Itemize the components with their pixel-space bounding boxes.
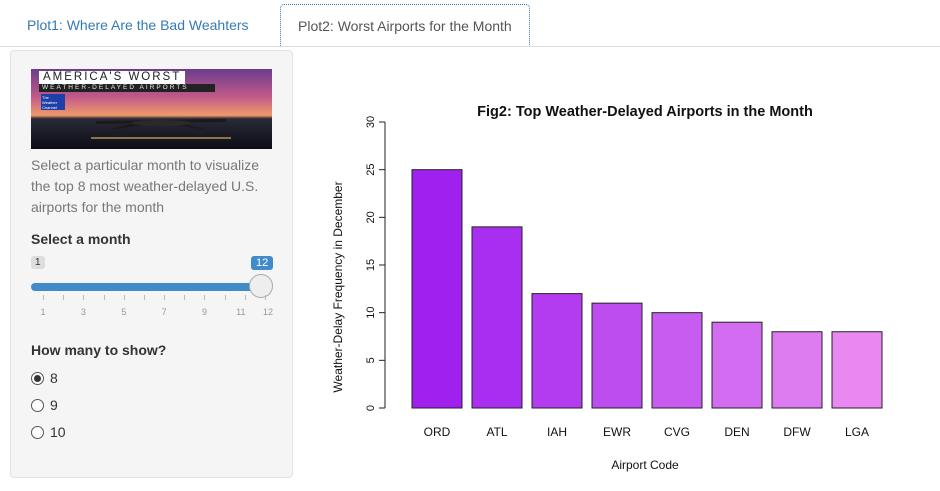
tab-plot2[interactable]: Plot2: Worst Airports for the Month: [280, 4, 530, 47]
x-tick-label: LGA: [845, 425, 869, 439]
radio-unselected-icon: [31, 399, 44, 412]
slider-tick: [224, 295, 226, 300]
x-tick-label: DFW: [783, 425, 811, 439]
slider-tick: [83, 295, 85, 300]
y-axis-label: Weather-Delay Frequency in December: [331, 181, 345, 392]
slider-tick: [265, 295, 266, 300]
x-tick-label: DEN: [724, 425, 749, 439]
bar-chart: Fig2: Top Weather-Delayed Airports in th…: [331, 104, 883, 472]
banner-title: AMERICA'S WORST: [39, 71, 186, 84]
bars-group: [411, 169, 883, 409]
banner-subtitle: WEATHER-DELAYED AIRPORTS: [39, 84, 215, 92]
bar-ewr: [591, 302, 643, 409]
slider-tick-label: 9: [201, 307, 207, 317]
chart-title: Fig2: Top Weather-Delayed Airports in th…: [477, 104, 813, 120]
radio-option-9[interactable]: 9: [31, 397, 58, 413]
y-tick-label: 20: [365, 211, 377, 223]
x-tick-label: IAH: [547, 425, 567, 439]
slider-tick-label: 5: [121, 307, 127, 317]
slider-tick: [123, 295, 125, 300]
slider-tick-label: 1: [40, 307, 46, 317]
sidebar-panel: AMERICA'S WORST WEATHER-DELAYED AIRPORTS…: [10, 50, 293, 478]
tab-bar: Plot1: Where Are the Bad Weahters Plot2:…: [0, 0, 940, 47]
slider-tick-label: 11: [236, 307, 246, 317]
bar-iah: [531, 293, 583, 409]
y-tick-label: 30: [365, 116, 377, 128]
month-label: Select a month: [31, 231, 131, 247]
radio-label: 8: [50, 370, 58, 386]
y-tick-label: 25: [365, 164, 377, 176]
y-axis: 0 5 10 15 20 25 30: [365, 116, 386, 411]
tab-divider: [0, 46, 940, 47]
radio-option-10[interactable]: 10: [31, 424, 66, 440]
x-tick-label: EWR: [603, 425, 631, 439]
radio-label: 9: [50, 397, 58, 413]
y-tick-label: 15: [365, 259, 377, 271]
x-tick-labels: ORD ATL IAH EWR CVG DEN DFW LGA: [424, 425, 869, 439]
y-tick-label: 0: [365, 405, 377, 411]
slider-ticks: [31, 295, 271, 303]
slider-tick-label: 7: [161, 307, 167, 317]
x-tick-label: ATL: [486, 425, 507, 439]
radio-unselected-icon: [31, 426, 44, 439]
banner-image: AMERICA'S WORST WEATHER-DELAYED AIRPORTS…: [31, 69, 272, 149]
radio-selected-icon: [31, 372, 44, 385]
slider-tick: [164, 295, 166, 300]
radio-option-8[interactable]: 8: [31, 370, 58, 386]
sidebar-description: Select a particular month to visualize t…: [31, 157, 259, 215]
x-tick-label: ORD: [424, 425, 451, 439]
bar-cvg: [651, 312, 703, 409]
bar-lga: [831, 331, 883, 409]
slider-value-badge: 12: [251, 256, 274, 270]
slider-tick: [63, 295, 65, 300]
y-tick-label: 5: [365, 357, 377, 363]
x-tick-label: CVG: [664, 425, 690, 439]
slider-tick: [244, 295, 246, 300]
slider-tick: [204, 295, 206, 300]
slider-tick-label: 3: [80, 307, 86, 317]
month-slider-track[interactable]: [31, 283, 264, 291]
radio-label: 10: [50, 424, 66, 440]
slider-tick: [103, 295, 105, 300]
weather-channel-logo: The Weather Channel: [41, 94, 65, 110]
slider-tick: [143, 295, 145, 300]
airplane-icon: [91, 119, 231, 139]
y-tick-label: 10: [365, 307, 377, 319]
slider-tick: [43, 295, 44, 300]
bar-ord: [411, 169, 463, 409]
bar-dfw: [771, 331, 823, 409]
bar-atl: [471, 226, 523, 409]
bar-den: [711, 321, 763, 409]
slider-tick-label: 12: [262, 307, 274, 317]
x-axis-label: Airport Code: [611, 458, 679, 472]
tab-plot1[interactable]: Plot1: Where Are the Bad Weahters: [10, 4, 266, 46]
count-label: How many to show?: [31, 342, 167, 358]
slider-min-badge: 1: [31, 256, 45, 269]
slider-tick: [184, 295, 186, 300]
